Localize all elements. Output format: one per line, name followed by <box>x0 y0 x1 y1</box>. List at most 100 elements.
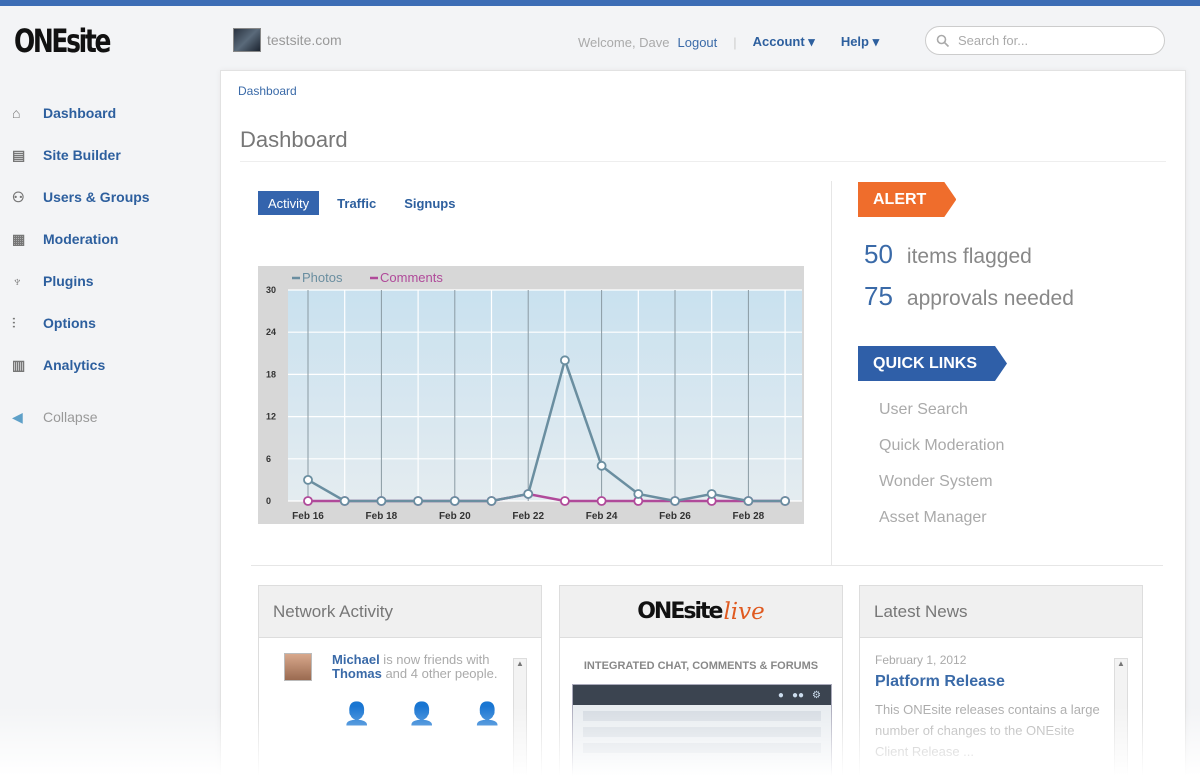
onesite-logo[interactable]: ONEsite <box>14 22 111 60</box>
quick-link-asset-manager[interactable]: Asset Manager <box>879 509 1004 545</box>
user-link-michael[interactable]: Michael <box>332 652 380 667</box>
layout-icon: ▤ <box>12 146 26 163</box>
sidebar-item-site-builder[interactable]: ▤ Site Builder <box>10 134 210 176</box>
user-link-thomas[interactable]: Thomas <box>332 666 382 681</box>
data-point <box>633 489 644 499</box>
x-tick-label: Feb 16 <box>292 511 324 522</box>
data-point <box>559 496 570 506</box>
plot-area <box>288 290 802 501</box>
sidebar-item-plugins[interactable]: ♆ Plugins <box>10 260 210 302</box>
data-point <box>670 496 680 506</box>
scrollbar[interactable]: ▲ <box>1114 658 1128 776</box>
activity-chart: 0 6 12 18 24 30 Feb 16 Feb 18 Feb 20 Feb 22 Feb 24… <box>258 266 804 524</box>
stat-approvals[interactable]: 75 approvals needed <box>864 281 1074 312</box>
help-menu[interactable]: Help ▾ <box>841 34 879 50</box>
y-tick-label: 0 <box>266 496 271 506</box>
data-point <box>303 474 313 485</box>
activity-text-part: and 4 other people. <box>381 666 498 681</box>
x-tick-label: Feb 22 <box>512 511 544 522</box>
x-tick-label: Feb 28 <box>733 511 765 522</box>
person-icon[interactable]: 👤 <box>408 701 435 727</box>
scrollbar[interactable]: ▲ <box>513 658 527 776</box>
settings-icon: ⚙ <box>812 689 821 701</box>
page-title: Dashboard <box>240 127 348 152</box>
account-menu[interactable]: Account ▾ <box>753 34 815 50</box>
news-item: February 1, 2012 Platform Release This O… <box>860 638 1142 762</box>
stat-flagged-value: 50 <box>864 239 893 269</box>
data-point <box>743 496 754 506</box>
breadcrumb[interactable]: Dashboard <box>238 84 297 98</box>
data-point <box>376 496 387 506</box>
sidebar-item-label: Options <box>43 315 96 331</box>
person-icon[interactable]: 👤 <box>474 701 501 727</box>
alert-ribbon: ALERT <box>858 182 956 217</box>
users-icon: ●● <box>791 689 805 701</box>
y-tick-label: 24 <box>266 327 276 337</box>
news-text: This ONEsite releases contains a large n… <box>875 702 1100 759</box>
data-point <box>523 489 534 499</box>
sidebar-item-label: Moderation <box>43 231 119 247</box>
tab-traffic[interactable]: Traffic <box>327 191 386 215</box>
analytics-icon: ▥ <box>12 356 26 373</box>
news-headline[interactable]: Platform Release <box>875 673 1142 691</box>
stat-flagged-label: items flagged <box>906 245 1032 268</box>
nav-divider: | <box>733 34 737 50</box>
search-icon <box>936 34 950 47</box>
tab-signups[interactable]: Signups <box>394 191 465 215</box>
options-icon: ⫶ <box>12 314 16 331</box>
y-tick-label: 30 <box>266 285 276 295</box>
y-tick-label: 12 <box>266 412 276 422</box>
activity-item: Michael is now friends with Thomas and 4… <box>259 638 541 681</box>
title-divider <box>240 161 1166 162</box>
onesite-live-logo[interactable]: ONEsite live <box>560 586 842 638</box>
sidebar-item-moderation[interactable]: ▦ Moderation <box>10 218 210 260</box>
scroll-up-icon[interactable]: ▲ <box>516 659 524 668</box>
collapse-label: Collapse <box>43 409 98 425</box>
network-activity-title: Network Activity <box>259 586 541 638</box>
collapse-icon: ◀ <box>12 408 23 425</box>
moderation-icon: ▦ <box>12 230 26 247</box>
top-accent-bar <box>0 0 1200 6</box>
live-logo-live: live <box>723 598 765 625</box>
data-point <box>596 496 607 506</box>
quick-links-ribbon: QUICK LINKS <box>858 346 1007 381</box>
scroll-up-icon[interactable]: ▲ <box>1117 659 1125 668</box>
data-point <box>303 496 313 506</box>
activity-text-part: is now friends with <box>379 652 490 667</box>
chat-icon: ● <box>777 689 784 701</box>
stat-flagged[interactable]: 50 items flagged <box>864 239 1032 270</box>
main-panel: Dashboard Dashboard Activity Traffic Sig… <box>220 70 1186 776</box>
sidebar-item-label: Analytics <box>43 357 106 373</box>
y-tick-label: 6 <box>266 454 271 464</box>
search-input[interactable]: Search for... <box>958 33 1028 48</box>
x-tick-label: Feb 18 <box>366 511 398 522</box>
live-subtitle: INTEGRATED CHAT, COMMENTS & FORUMS <box>583 660 819 672</box>
tab-activity[interactable]: Activity <box>258 191 320 215</box>
sidebar-collapse[interactable]: ◀ Collapse <box>10 396 210 438</box>
sidebar: ⌂ Dashboard ▤ Site Builder ⚇ Users & Groups… <box>10 92 210 438</box>
quick-links-list: User Search Quick Moderation Wonder Syst… <box>879 401 1004 545</box>
quick-link-wonder-system[interactable]: Wonder System <box>879 473 1004 509</box>
data-point <box>706 489 717 499</box>
quick-link-quick-moderation[interactable]: Quick Moderation <box>879 437 1004 473</box>
sidebar-item-label: Users & Groups <box>43 189 150 205</box>
sidebar-item-label: Dashboard <box>43 105 117 121</box>
sidebar-item-users-groups[interactable]: ⚇ Users & Groups <box>10 176 210 218</box>
data-point <box>596 460 607 471</box>
search-box[interactable]: Search for... <box>925 26 1165 55</box>
person-icon[interactable]: 👤 <box>343 701 370 727</box>
chart-tabs: Activity Traffic Signups <box>258 191 465 215</box>
activity-chart-svg: 0 6 12 18 24 30 Feb 16 Feb 18 Feb 20 Feb 22 Feb 24… <box>266 270 802 522</box>
sidebar-item-options[interactable]: ⫶ Options <box>10 302 210 344</box>
sidebar-item-dashboard[interactable]: ⌂ Dashboard <box>10 92 210 134</box>
quick-link-user-search[interactable]: User Search <box>879 401 1004 437</box>
live-preview-image[interactable]: ● ●● ⚙ <box>572 684 832 776</box>
legend-label: Photos <box>302 270 343 285</box>
site-selector[interactable]: testsite.com <box>233 28 342 52</box>
avatar[interactable] <box>284 653 312 681</box>
sidebar-item-analytics[interactable]: ▥ Analytics <box>10 344 210 386</box>
logout-link[interactable]: Logout <box>678 35 718 50</box>
sidebar-item-label: Site Builder <box>43 147 121 163</box>
stat-approvals-label: approvals needed <box>906 287 1074 310</box>
y-tick-label: 18 <box>266 369 276 379</box>
